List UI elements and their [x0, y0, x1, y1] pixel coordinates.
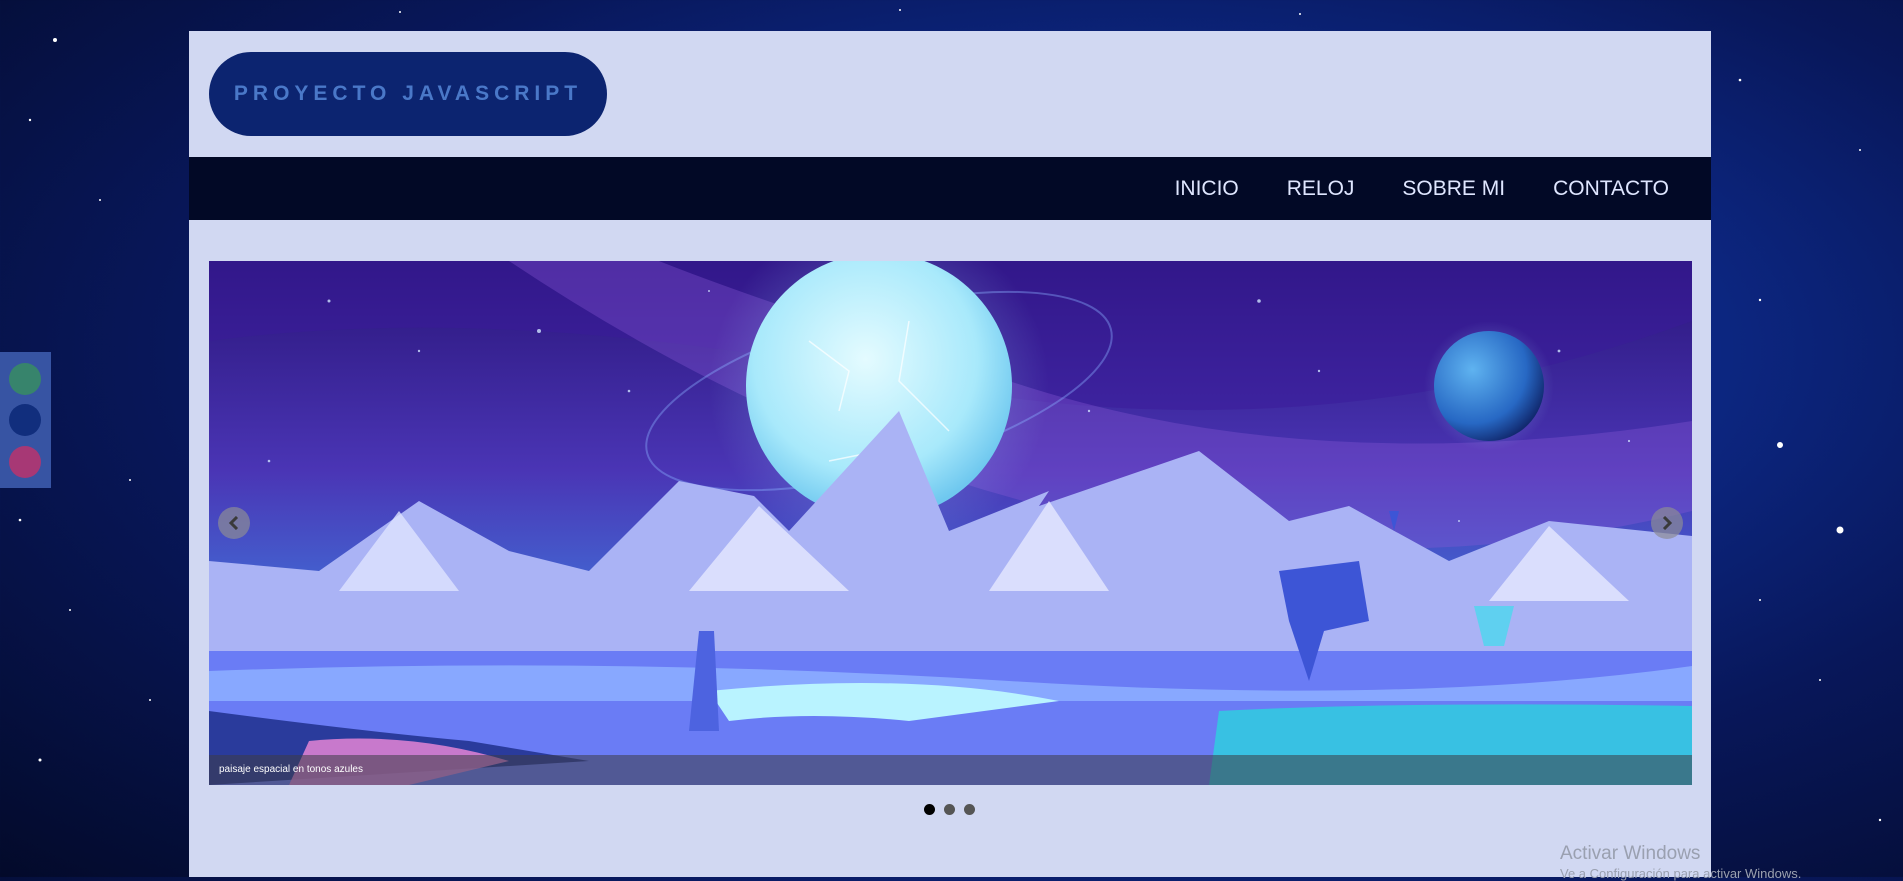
- nav-item-inicio[interactable]: INICIO: [1175, 177, 1239, 201]
- slide-caption-bar: paisaje espacial en tonos azules: [209, 755, 1692, 785]
- windows-activation-subtitle: Ve a Configuración para activar Windows.: [1560, 866, 1802, 881]
- theme-swatch-pink[interactable]: [9, 446, 41, 478]
- carousel-next-button[interactable]: [1651, 507, 1683, 539]
- carousel-dot-3[interactable]: [964, 804, 975, 815]
- chevron-left-icon: [228, 516, 239, 530]
- windows-activation-title: Activar Windows: [1560, 843, 1701, 864]
- nav-item-reloj[interactable]: RELOJ: [1287, 177, 1355, 201]
- carousel-dot-2[interactable]: [944, 804, 955, 815]
- slide-caption: paisaje espacial en tonos azules: [219, 764, 363, 775]
- logo[interactable]: PROYECTO JAVASCRIPT: [209, 52, 607, 136]
- carousel-prev-button[interactable]: [218, 507, 250, 539]
- theme-swatch-blue[interactable]: [9, 404, 41, 436]
- carousel-dot-1[interactable]: [924, 804, 935, 815]
- carousel-indicators: [924, 804, 975, 815]
- chevron-right-icon: [1662, 516, 1673, 530]
- header: PROYECTO JAVASCRIPT: [189, 31, 1711, 157]
- nav-item-contacto[interactable]: CONTACTO: [1553, 177, 1669, 201]
- slide-image: [209, 261, 1692, 785]
- main-navigation: INICIO RELOJ SOBRE MI CONTACTO: [189, 157, 1711, 220]
- theme-switcher: [0, 352, 51, 488]
- image-carousel: paisaje espacial en tonos azules: [209, 261, 1692, 785]
- page-container: PROYECTO JAVASCRIPT INICIO RELOJ SOBRE M…: [189, 31, 1711, 877]
- logo-text: PROYECTO JAVASCRIPT: [233, 82, 583, 105]
- theme-swatch-green[interactable]: [9, 363, 41, 395]
- nav-item-sobre-mi[interactable]: SOBRE MI: [1402, 177, 1505, 201]
